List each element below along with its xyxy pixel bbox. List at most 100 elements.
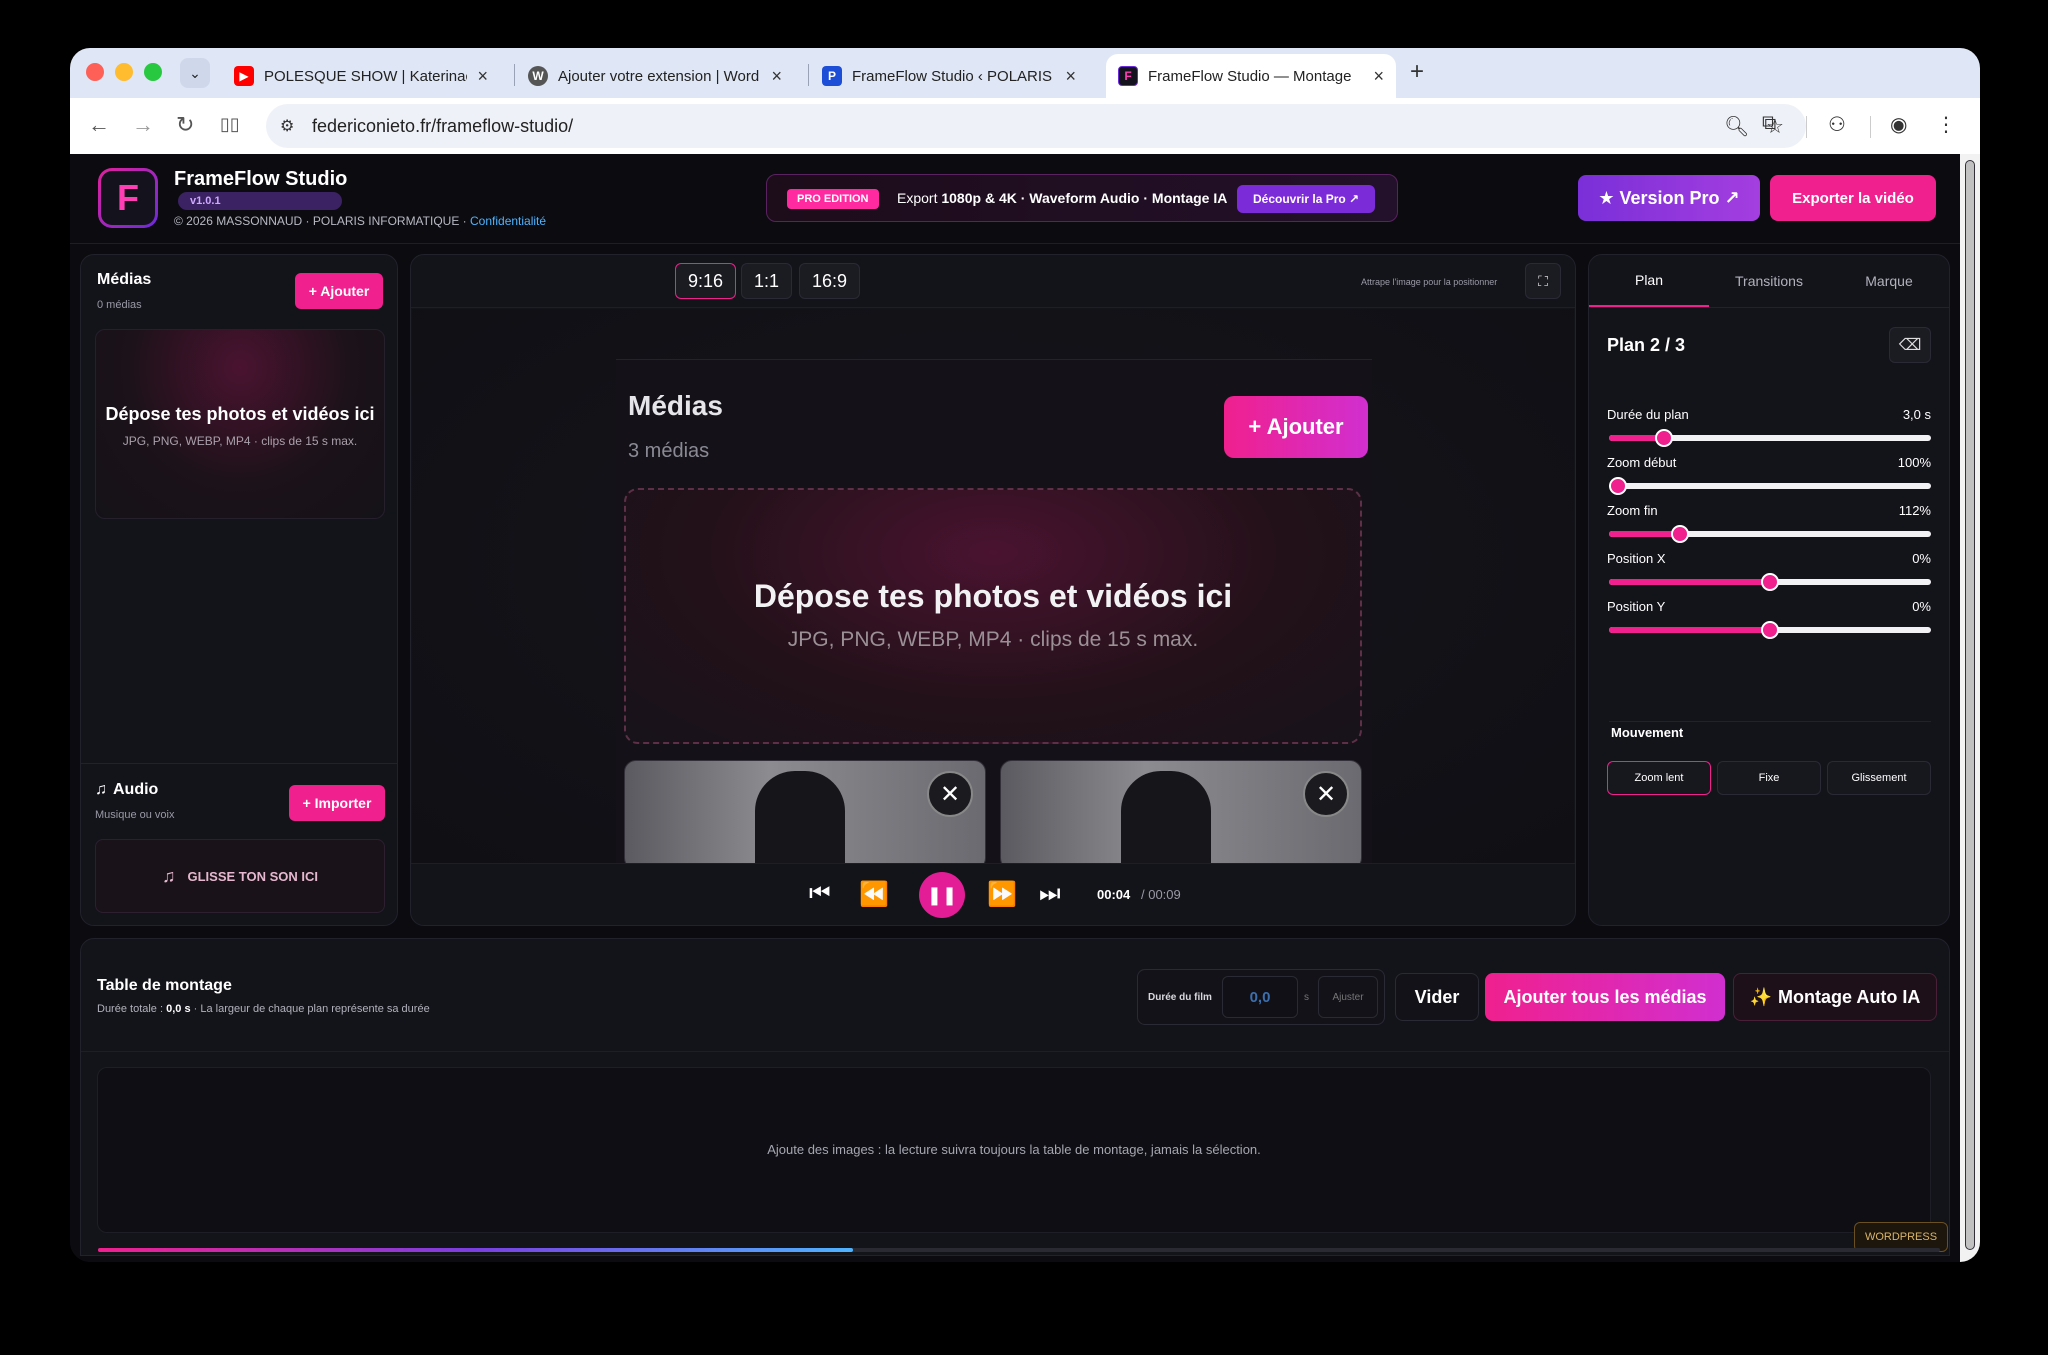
fast-forward-icon[interactable]: ⏩: [987, 880, 1017, 909]
slider-value: 112%: [1898, 503, 1931, 518]
pro-features: Export 1080p & 4K · Waveform Audio · Mon…: [897, 190, 1227, 206]
tab-polesque[interactable]: ▶ POLESQUE SHOW | Katerinaс ×: [222, 54, 500, 98]
slider-value: 3,0 s: [1902, 407, 1931, 422]
version-pro-button[interactable]: ★ Version Pro ↗: [1578, 175, 1760, 221]
ratio-9-16-button[interactable]: 9:16: [675, 263, 737, 299]
tab-wordpress[interactable]: W Ajouter votre extension | Word ×: [516, 54, 794, 98]
zoom-icon[interactable]: 🔍︎: [1724, 114, 1749, 139]
slider-track[interactable]: [1609, 477, 1931, 495]
slider-knob[interactable]: [1670, 525, 1689, 543]
browser-window: ⌄ ▶ POLESQUE SHOW | Katerinaс × W Ajoute…: [70, 48, 1980, 1262]
film-duration-control: Durée du film 0,0 s Ajuster: [1137, 969, 1385, 1025]
frame-add-button: + Ajouter: [1224, 396, 1368, 458]
incognito-icon[interactable]: ⚇: [1828, 112, 1846, 137]
extensions-icon[interactable]: ⧉: [1762, 112, 1776, 135]
clear-timeline-button[interactable]: Vider: [1395, 973, 1479, 1021]
tab-bar: ⌄ ▶ POLESQUE SHOW | Katerinaс × W Ajoute…: [70, 48, 1980, 98]
add-all-media-button[interactable]: Ajouter tous les médias: [1485, 973, 1725, 1021]
fullscreen-button[interactable]: ⛶: [1525, 263, 1561, 299]
new-tab-button[interactable]: +: [1410, 58, 1424, 86]
tab-transitions[interactable]: Transitions: [1709, 255, 1829, 307]
url-text: federiconieto.fr/frameflow-studio/: [312, 116, 574, 136]
tab-frameflow-montage[interactable]: F FrameFlow Studio — Montage ×: [1106, 54, 1396, 98]
add-media-button[interactable]: + Ajouter: [295, 273, 383, 309]
backspace-icon: ⌫: [1898, 337, 1922, 354]
fullscreen-icon: ⛶: [1538, 272, 1548, 289]
rewind-icon[interactable]: ⏪: [859, 880, 889, 909]
media-dropzone[interactable]: Dépose tes photos et vidéos ici JPG, PNG…: [95, 329, 385, 519]
slider-knob[interactable]: [1654, 429, 1673, 447]
slider-value: 0%: [1912, 551, 1931, 566]
close-icon[interactable]: ×: [771, 66, 782, 87]
close-icon[interactable]: ×: [1065, 66, 1076, 87]
delete-plan-button[interactable]: ⌫: [1889, 327, 1931, 363]
movement-fixe-button[interactable]: Fixe: [1717, 761, 1821, 795]
reading-mode-icon[interactable]: ▯▯: [220, 114, 240, 135]
tab-frameflow-admin[interactable]: P FrameFlow Studio ‹ POLARIS ×: [810, 54, 1088, 98]
audio-title: ♫ Audio: [95, 781, 158, 799]
tab-plan[interactable]: Plan: [1589, 255, 1709, 307]
pro-text-features: 1080p & 4K · Waveform Audio · Montage IA: [941, 190, 1228, 206]
pause-button[interactable]: ❚❚: [919, 872, 965, 918]
slider-track[interactable]: [1609, 429, 1931, 447]
adjust-duration-button[interactable]: Ajuster: [1318, 976, 1378, 1018]
back-icon[interactable]: ←: [88, 112, 110, 138]
photo-figure: [755, 771, 845, 863]
reload-icon[interactable]: ↻: [176, 112, 194, 138]
film-duration-label: Durée du film: [1148, 992, 1212, 1003]
tab-search-button[interactable]: ⌄: [180, 58, 210, 88]
export-video-button[interactable]: Exporter la vidéo: [1770, 175, 1936, 221]
audio-dropzone[interactable]: ♫ GLISSE TON SON ICI: [95, 839, 385, 913]
timeline-panel: Table de montage Durée totale : 0,0 s · …: [80, 938, 1950, 1256]
tab-marque[interactable]: Marque: [1829, 255, 1949, 307]
transport-controls: ⏮ ⏪ ❚❚ ⏩ ⏭ 00:04 / 00:09: [411, 863, 1575, 925]
timeline-track[interactable]: Ajoute des images : la lecture suivra to…: [97, 1067, 1931, 1233]
preview-frame[interactable]: Médias 3 médias + Ajouter Dépose tes pho…: [616, 359, 1372, 863]
slider-fill: [1609, 531, 1680, 537]
slider-fill: [1609, 627, 1770, 633]
forward-icon[interactable]: →: [132, 112, 154, 138]
address-bar[interactable]: ⚙ federiconieto.fr/frameflow-studio/ 🔍︎ …: [266, 104, 1806, 148]
minimize-window-button[interactable]: [115, 63, 133, 81]
app-logo: F: [98, 168, 158, 228]
close-icon[interactable]: ×: [1373, 66, 1384, 87]
time-total: / 00:09: [1141, 887, 1181, 902]
preview-stage[interactable]: Médias 3 médias + Ajouter Dépose tes pho…: [412, 309, 1574, 863]
movement-title: Mouvement: [1611, 725, 1684, 740]
ratio-16-9-button[interactable]: 16:9: [799, 263, 861, 299]
slider-knob[interactable]: [1761, 621, 1779, 639]
slider-track[interactable]: [1609, 621, 1931, 639]
timeline-title: Table de montage: [97, 977, 232, 994]
privacy-link[interactable]: Confidentialité: [470, 214, 546, 228]
skip-start-icon[interactable]: ⏮: [809, 880, 831, 908]
site-settings-icon[interactable]: ⚙: [280, 116, 294, 136]
movement-glissement-button[interactable]: Glissement: [1827, 761, 1931, 795]
profile-icon[interactable]: ◉: [1890, 112, 1907, 137]
close-window-button[interactable]: [86, 63, 104, 81]
slider-track[interactable]: [1609, 525, 1931, 543]
version-badge: v1.0.1: [178, 192, 342, 210]
browser-toolbar: ← → ↻ ▯▯ ⚙ federiconieto.fr/frameflow-st…: [70, 98, 1980, 154]
skip-end-icon[interactable]: ⏭: [1039, 880, 1061, 908]
logo-letter: F: [101, 171, 155, 225]
scrollbar-thumb[interactable]: [1965, 160, 1975, 1250]
ratio-1-1-button[interactable]: 1:1: [741, 263, 793, 299]
slider-label: Zoom début: [1607, 455, 1677, 470]
maximize-window-button[interactable]: [144, 63, 162, 81]
film-duration-input[interactable]: 0,0: [1222, 976, 1298, 1018]
slider-knob[interactable]: [1761, 573, 1779, 591]
close-icon[interactable]: ×: [477, 66, 488, 87]
movement-zoom-lent-button[interactable]: Zoom lent: [1607, 761, 1711, 795]
auto-montage-button[interactable]: ✨ Montage Auto IA: [1733, 973, 1937, 1021]
menu-icon[interactable]: ⋮: [1936, 112, 1956, 137]
playback-progress-bar[interactable]: [98, 1248, 1940, 1252]
slider-track[interactable]: [1609, 573, 1931, 591]
music-note-icon: ♫: [95, 781, 107, 798]
audio-title-text: Audio: [113, 781, 159, 798]
slider-label: Zoom fin: [1607, 503, 1658, 518]
slider-knob[interactable]: [1609, 477, 1627, 495]
discover-pro-button[interactable]: Découvrir la Pro ↗: [1237, 185, 1376, 213]
import-audio-button[interactable]: + Importer: [289, 785, 385, 821]
media-count: 0 médias: [97, 299, 142, 311]
page-scrollbar[interactable]: [1960, 154, 1980, 1262]
